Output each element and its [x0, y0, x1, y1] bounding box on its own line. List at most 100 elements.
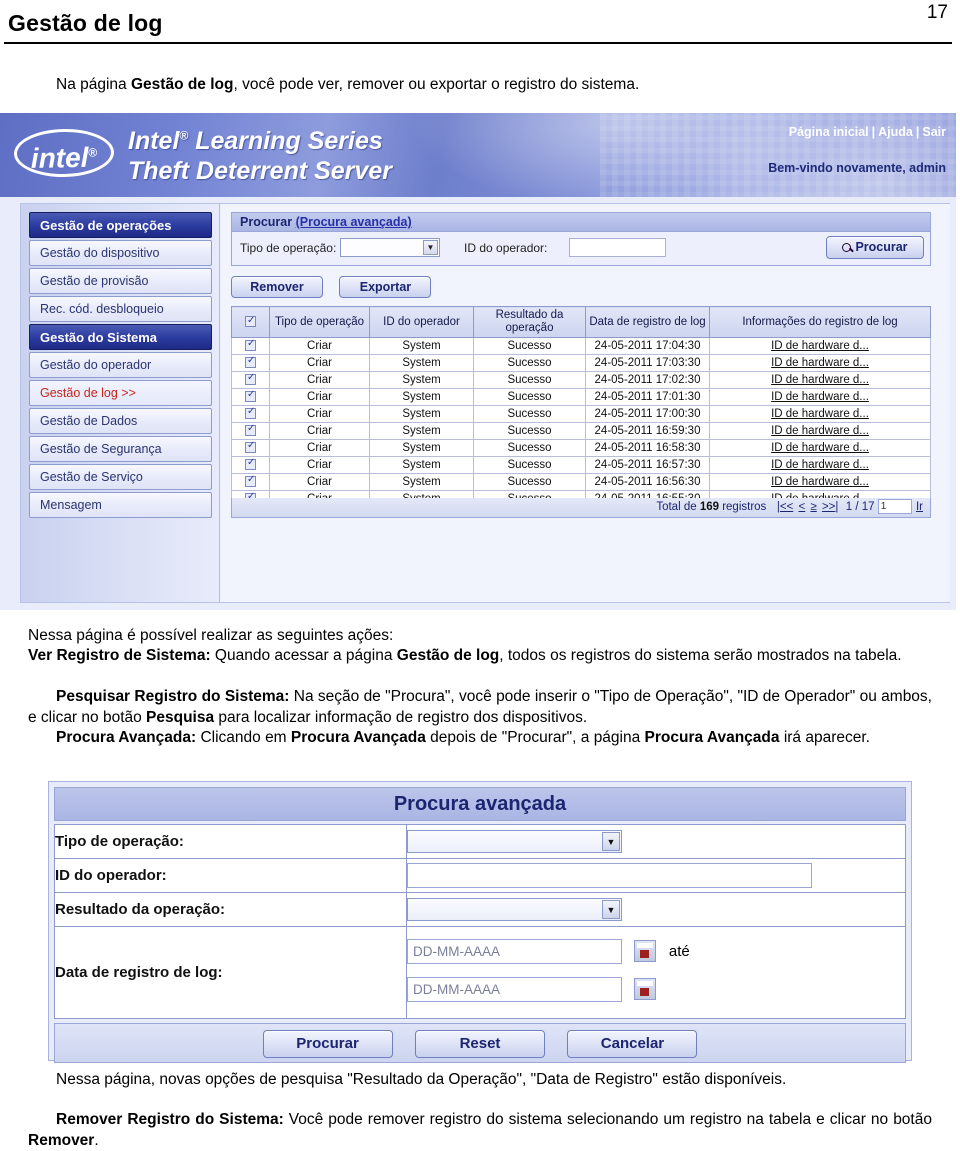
search-log-bold: Pesquisar Registro do Sistema:: [56, 688, 290, 705]
calendar-icon[interactable]: [634, 978, 657, 1000]
row-checkbox[interactable]: [245, 474, 256, 487]
operation-type-select[interactable]: ▼: [340, 238, 440, 257]
table-toolbar: Remover Exportar: [231, 276, 443, 298]
select-all-header[interactable]: [231, 306, 270, 338]
row-checkbox[interactable]: [245, 423, 256, 436]
registered-mark: ®: [179, 128, 189, 143]
search-button[interactable]: Procurar: [826, 236, 924, 259]
sidebar-item-log-management[interactable]: Gestão de log >>: [29, 380, 212, 406]
cell-operation-result: Sucesso: [473, 337, 586, 355]
adv-field-log-date: DD-MM-AAAA até DD-MM-AAAA: [406, 926, 906, 1019]
pager-last-button[interactable]: >>|: [822, 501, 838, 513]
row-checkbox[interactable]: [245, 355, 256, 368]
cell-log-info[interactable]: ID de hardware d...: [709, 405, 931, 423]
cell-log-info[interactable]: ID de hardware d...: [709, 439, 931, 457]
adv-search-button[interactable]: Procurar: [262, 1030, 393, 1058]
total-suffix: registros: [719, 501, 767, 513]
operator-id-input[interactable]: [569, 238, 666, 257]
link-logout[interactable]: Sair: [922, 125, 946, 139]
sidebar-group-system[interactable]: Gestão do Sistema: [29, 324, 212, 350]
calendar-icon[interactable]: [634, 940, 657, 962]
adv-field-operator-id: [406, 858, 906, 893]
row-select-cell[interactable]: [231, 371, 270, 389]
cell-log-info[interactable]: ID de hardware d...: [709, 456, 931, 474]
cell-operation-result: Sucesso: [473, 456, 586, 474]
cell-log-date: 24-05-2011 16:59:30: [585, 422, 710, 440]
sidebar-item-security[interactable]: Gestão de Segurança: [29, 436, 212, 462]
intro-prefix: Na página: [56, 76, 131, 93]
table-row[interactable]: CriarSystemSucesso24-05-2011 16:57:30ID …: [231, 456, 931, 474]
cell-log-info[interactable]: ID de hardware d...: [709, 473, 931, 491]
advanced-search-footer: Procurar Reset Cancelar: [54, 1023, 906, 1063]
paragraph-view-log: Ver Registro de Sistema: Quando acessar …: [28, 646, 932, 667]
pager-next-button[interactable]: ≥: [810, 501, 816, 513]
adv-operation-result-select[interactable]: ▼: [407, 898, 622, 921]
search-button-label: Procurar: [855, 240, 908, 254]
row-select-cell[interactable]: [231, 422, 270, 440]
row-checkbox[interactable]: [245, 338, 256, 351]
link-separator-1: |: [871, 125, 876, 139]
adv-label-operation-result: Resultado da operação:: [54, 892, 407, 927]
row-select-cell[interactable]: [231, 405, 270, 423]
cell-log-info[interactable]: ID de hardware d...: [709, 337, 931, 355]
row-checkbox[interactable]: [245, 406, 256, 419]
adv-operation-type-select[interactable]: ▼: [407, 830, 622, 853]
table-row[interactable]: CriarSystemSucesso24-05-2011 16:58:30ID …: [231, 439, 931, 457]
sidebar-item-message[interactable]: Mensagem: [29, 492, 212, 518]
cell-log-info[interactable]: ID de hardware d...: [709, 388, 931, 406]
export-button[interactable]: Exportar: [339, 276, 432, 298]
form-row-operation-type: Tipo de operação: ▼: [54, 824, 906, 859]
pagination-bar: Total de 169 registros |<< < ≥ >>| 1 / 1…: [231, 498, 931, 518]
row-checkbox[interactable]: [245, 457, 256, 470]
select-all-checkbox[interactable]: [245, 314, 256, 327]
row-select-cell[interactable]: [231, 388, 270, 406]
row-checkbox[interactable]: [245, 372, 256, 385]
page-number-input[interactable]: 1: [877, 499, 912, 515]
row-select-cell[interactable]: [231, 439, 270, 457]
link-home[interactable]: Página inicial: [789, 125, 869, 139]
search-log-b: para localizar informação de registro do…: [214, 708, 588, 726]
pager-prev-button[interactable]: <: [799, 501, 806, 513]
intro-bold: Gestão de log: [130, 76, 234, 93]
table-row[interactable]: CriarSystemSucesso24-05-2011 16:59:30ID …: [231, 422, 931, 440]
date-from-input[interactable]: DD-MM-AAAA: [407, 938, 622, 964]
sidebar-item-data-management[interactable]: Gestão de Dados: [29, 408, 212, 434]
view-log-b: , todos os registros do sistema serão mo…: [499, 647, 902, 664]
table-row[interactable]: CriarSystemSucesso24-05-2011 17:04:30ID …: [231, 337, 931, 355]
cell-operation-type: Criar: [269, 405, 370, 423]
cell-log-info[interactable]: ID de hardware d...: [709, 422, 931, 440]
date-to-input[interactable]: DD-MM-AAAA: [407, 976, 622, 1002]
cell-log-info[interactable]: ID de hardware d...: [709, 354, 931, 372]
advanced-search-link[interactable]: (Procura avançada): [296, 215, 412, 229]
row-checkbox[interactable]: [245, 389, 256, 402]
sidebar-item-unlock-code[interactable]: Rec. cód. desbloqueio: [29, 296, 212, 322]
row-select-cell[interactable]: [231, 473, 270, 491]
sidebar-group-operations[interactable]: Gestão de operações: [29, 212, 212, 238]
pager-go-button[interactable]: Ir: [916, 501, 923, 513]
row-checkbox[interactable]: [245, 440, 256, 453]
link-help[interactable]: Ajuda: [878, 125, 913, 139]
adv-cancel-button[interactable]: Cancelar: [567, 1030, 698, 1058]
remove-log-bold2: Remover: [28, 1131, 95, 1149]
search-title-label: Procurar: [240, 215, 293, 229]
intro-paragraph: Na página Gestão de log, você pode ver, …: [56, 76, 936, 94]
row-select-cell[interactable]: [231, 354, 270, 372]
row-select-cell[interactable]: [231, 456, 270, 474]
table-row[interactable]: CriarSystemSucesso24-05-2011 17:02:30ID …: [231, 371, 931, 389]
form-row-log-date: Data de registro de log: DD-MM-AAAA até …: [54, 926, 906, 1019]
pager-first-button[interactable]: |<<: [777, 501, 793, 513]
sidebar-item-operator[interactable]: Gestão do operador: [29, 352, 212, 378]
cell-log-info[interactable]: ID de hardware d...: [709, 371, 931, 389]
adv-reset-button[interactable]: Reset: [415, 1030, 545, 1058]
table-row[interactable]: CriarSystemSucesso24-05-2011 17:00:30ID …: [231, 405, 931, 423]
adv-operator-id-input[interactable]: [407, 863, 812, 888]
table-row[interactable]: CriarSystemSucesso24-05-2011 16:56:30ID …: [231, 473, 931, 491]
sidebar-item-service[interactable]: Gestão de Serviço: [29, 464, 212, 490]
remove-button[interactable]: Remover: [231, 276, 323, 298]
table-row[interactable]: CriarSystemSucesso24-05-2011 17:01:30ID …: [231, 388, 931, 406]
header-operation-result: Resultado da operação: [473, 306, 586, 338]
sidebar-item-device-management[interactable]: Gestão do dispositivo: [29, 240, 212, 266]
row-select-cell[interactable]: [231, 337, 270, 355]
table-row[interactable]: CriarSystemSucesso24-05-2011 17:03:30ID …: [231, 354, 931, 372]
sidebar-item-provision[interactable]: Gestão de provisão: [29, 268, 212, 294]
